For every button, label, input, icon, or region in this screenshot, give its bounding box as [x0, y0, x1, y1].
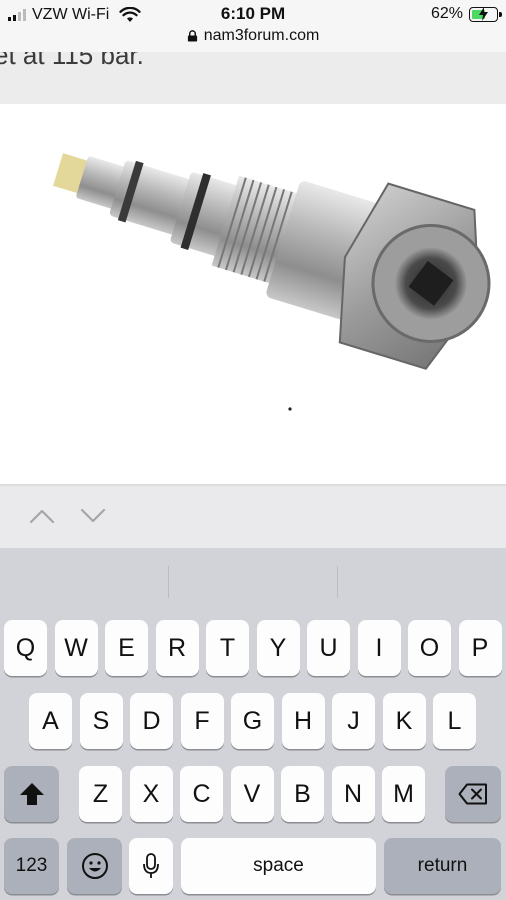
key-w[interactable]: W — [54, 620, 98, 676]
battery-group: 62% — [430, 5, 502, 23]
product-photo — [53, 153, 491, 411]
key-h[interactable]: H — [281, 693, 325, 749]
microphone-icon — [143, 853, 159, 878]
key-p[interactable]: P — [458, 620, 502, 676]
numbers-key[interactable]: 123 — [4, 838, 59, 894]
key-f[interactable]: F — [180, 693, 224, 749]
key-label: H — [293, 706, 313, 735]
key-label: F — [194, 706, 210, 735]
key-v[interactable]: V — [230, 766, 274, 822]
key-label: W — [64, 633, 88, 662]
battery-icon — [469, 6, 502, 22]
key-label: Z — [92, 779, 109, 808]
keyboard-accessory-bar — [0, 486, 506, 548]
shift-icon — [19, 783, 44, 805]
shift-key[interactable] — [4, 766, 59, 822]
battery-percent: 62% — [430, 5, 463, 22]
key-label: E — [118, 633, 135, 662]
key-x[interactable]: X — [129, 766, 173, 822]
key-label: Y — [269, 633, 287, 662]
return-key[interactable]: return — [384, 838, 501, 894]
key-k[interactable]: K — [382, 693, 426, 749]
key-label: A — [42, 706, 59, 735]
key-label: L — [447, 706, 462, 735]
key-o[interactable]: O — [408, 620, 451, 676]
delete-key[interactable] — [445, 766, 501, 822]
key-label: U — [319, 633, 338, 662]
key-label: P — [471, 633, 489, 662]
key-r[interactable]: R — [155, 620, 199, 676]
key-label: I — [375, 633, 383, 662]
address-bar[interactable]: nam3forum.com — [0, 27, 506, 45]
key-l[interactable]: L — [433, 693, 476, 749]
key-label: Q — [15, 633, 36, 662]
key-a[interactable]: A — [29, 693, 72, 749]
status-bar: VZW Wi-Fi 6:10 PM nam3forum.com 62% — [0, 0, 506, 52]
key-label: G — [242, 706, 263, 735]
key-label: N — [343, 779, 363, 808]
key-b[interactable]: B — [281, 766, 324, 822]
key-label: M — [393, 779, 414, 808]
key-i[interactable]: I — [357, 620, 401, 676]
key-z[interactable]: Z — [79, 766, 122, 822]
key-label: S — [92, 706, 110, 735]
key-label: D — [142, 706, 161, 735]
key-n[interactable]: N — [331, 766, 375, 822]
chevron-down-icon[interactable] — [80, 508, 106, 524]
key-label: O — [419, 633, 440, 662]
url-text: nam3forum.com — [203, 27, 320, 44]
key-label: K — [395, 706, 413, 735]
key-label: J — [347, 706, 360, 735]
lock-icon — [187, 30, 197, 42]
chevron-up-icon[interactable] — [29, 508, 55, 524]
key-q[interactable]: Q — [4, 620, 47, 676]
key-u[interactable]: U — [307, 620, 350, 676]
dictation-key[interactable] — [129, 838, 173, 894]
keyboard: QW E R T Y U I O P A S D F G H J K L Z X C V B N M 123 space r… — [0, 548, 506, 900]
key-d[interactable]: D — [130, 693, 173, 749]
article-text-fragment: et at 115 bar. — [0, 52, 506, 104]
emoji-icon — [81, 853, 108, 879]
key-s[interactable]: S — [79, 693, 123, 749]
key-e[interactable]: E — [105, 620, 148, 676]
key-m[interactable]: M — [382, 766, 425, 822]
article-text: et at 115 bar. — [0, 52, 144, 70]
backspace-icon — [458, 783, 487, 805]
key-label: V — [243, 779, 261, 808]
key-j[interactable]: J — [332, 693, 375, 749]
key-label: R — [167, 633, 187, 662]
key-t[interactable]: T — [206, 620, 249, 676]
emoji-key[interactable] — [67, 838, 122, 894]
key-y[interactable]: Y — [256, 620, 300, 676]
key-label: T — [219, 633, 236, 662]
key-label: B — [294, 779, 311, 808]
predictive-text-bar — [0, 548, 506, 610]
space-key[interactable]: space — [181, 838, 376, 894]
key-g[interactable]: G — [231, 693, 274, 749]
key-label: X — [142, 779, 160, 808]
key-c[interactable]: C — [180, 766, 223, 822]
key-label: C — [192, 779, 211, 808]
